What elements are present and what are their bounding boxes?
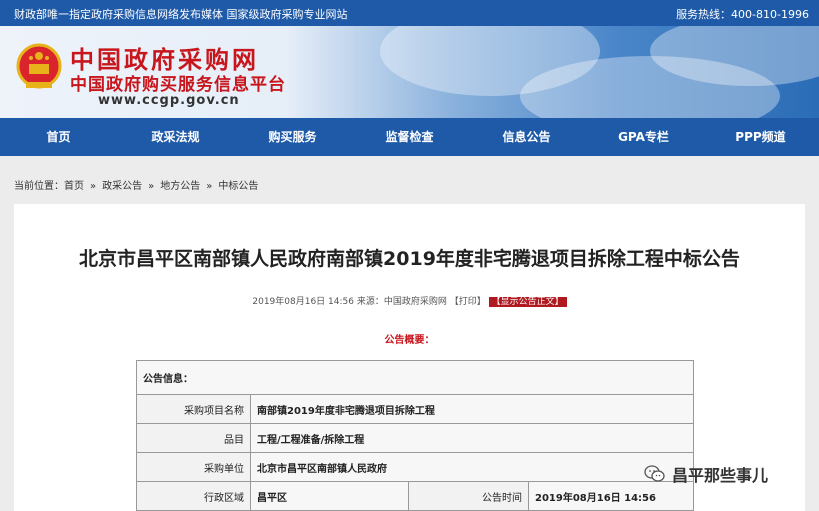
top-bar-slogan: 财政部唯一指定政府采购信息网络发布媒体 国家级政府采购专业网站	[14, 8, 348, 21]
nav-gpa[interactable]: GPA专栏	[585, 118, 702, 156]
row-value: 昌平区	[250, 481, 409, 511]
wechat-watermark: 昌平那些事儿	[644, 462, 768, 486]
show-body-button[interactable]: 【显示公告正文】	[488, 297, 567, 307]
info-table: 公告信息： 采购项目名称 南部镇2019年度非宅腾退项目拆除工程 品目 工程/工…	[136, 360, 694, 511]
row-label: 公告时间	[408, 481, 529, 511]
site-banner: 中国政府采购网 中国政府购买服务信息平台 www.ccgp.gov.cn	[0, 26, 819, 118]
site-url: www.ccgp.gov.cn	[98, 93, 240, 108]
table-row: 公告信息：	[136, 360, 694, 395]
article-meta: 2019年08月16日 14:56 来源：中国政府采购网 【打印】 【显示公告正…	[14, 294, 805, 307]
table-row: 采购单位 北京市昌平区南部镇人民政府	[136, 452, 694, 482]
table-row: 采购项目名称 南部镇2019年度非宅腾退项目拆除工程	[136, 394, 694, 424]
hotline-text: 服务热线：400-810-1996	[676, 8, 809, 21]
top-bar: 财政部唯一指定政府采购信息网络发布媒体 国家级政府采购专业网站 服务热线：400…	[0, 0, 819, 26]
row-label: 采购项目名称	[136, 394, 251, 424]
breadcrumb-separator: »	[148, 181, 155, 192]
site-subtitle: 中国政府购买服务信息平台	[70, 75, 286, 95]
table-header: 公告信息：	[136, 360, 694, 395]
row-label: 行政区域	[136, 481, 251, 511]
watermark-text: 昌平那些事儿	[672, 466, 769, 485]
summary-heading: 公告概要：	[384, 335, 435, 346]
breadcrumb-award[interactable]: 中标公告	[218, 181, 258, 192]
row-value: 北京市昌平区南部镇人民政府	[250, 452, 694, 482]
nav-supervision[interactable]: 监督检查	[351, 118, 468, 156]
table-row: 行政区域 昌平区 公告时间 2019年08月16日 14:56	[136, 481, 694, 511]
row-value: 南部镇2019年度非宅腾退项目拆除工程	[250, 394, 694, 424]
nav-regulations[interactable]: 政采法规	[117, 118, 234, 156]
main-nav: 首页 政采法规 购买服务 监督检查 信息公告 GPA专栏 PPP频道	[0, 118, 819, 156]
article-title: 北京市昌平区南部镇人民政府南部镇2019年度非宅腾退项目拆除工程中标公告	[79, 248, 740, 270]
nav-announcements[interactable]: 信息公告	[468, 118, 585, 156]
national-emblem-icon	[16, 43, 62, 89]
breadcrumb-procurement[interactable]: 政采公告	[102, 181, 142, 192]
breadcrumb: 当前位置：首页 » 政采公告 » 地方公告 » 中标公告	[14, 177, 264, 192]
breadcrumb-separator: »	[90, 181, 97, 192]
wechat-icon	[644, 465, 665, 482]
nav-home[interactable]: 首页	[0, 118, 117, 156]
row-label: 品目	[136, 423, 251, 453]
breadcrumb-local[interactable]: 地方公告	[160, 181, 200, 192]
nav-ppp[interactable]: PPP频道	[702, 118, 819, 156]
row-label: 采购单位	[136, 452, 251, 482]
breadcrumb-prefix: 当前位置：	[14, 181, 64, 192]
table-row: 品目 工程/工程准备/拆除工程	[136, 423, 694, 453]
article-meta-text: 2019年08月16日 14:56 来源：中国政府采购网 【打印】	[252, 297, 486, 307]
breadcrumb-home[interactable]: 首页	[64, 181, 84, 192]
breadcrumb-separator: »	[206, 181, 213, 192]
nav-purchase-services[interactable]: 购买服务	[234, 118, 351, 156]
row-value: 工程/工程准备/拆除工程	[250, 423, 694, 453]
